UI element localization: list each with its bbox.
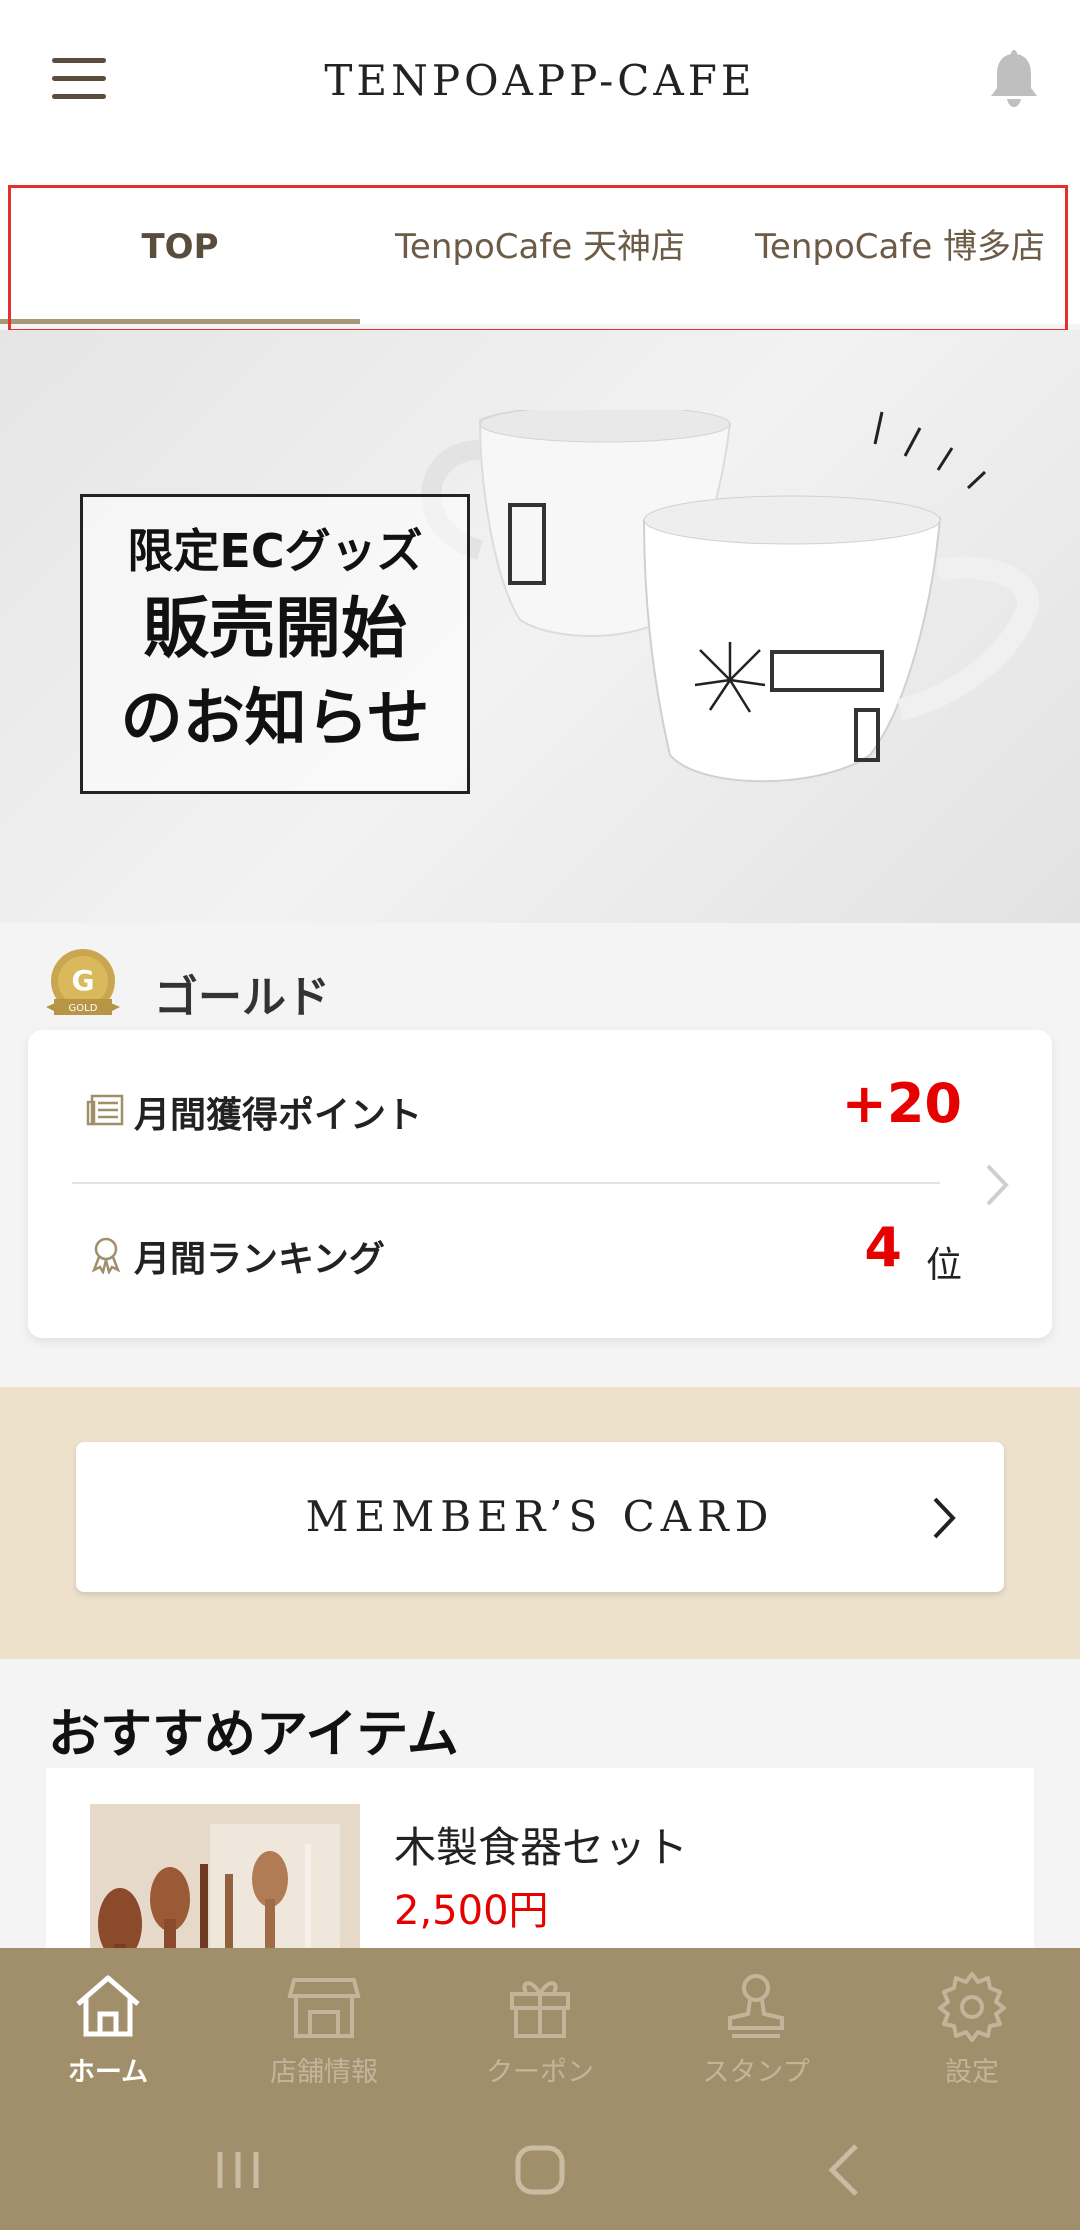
- app-header: TENPOAPP-CAFE: [0, 0, 1080, 180]
- back-icon[interactable]: [806, 2130, 886, 2210]
- recommended-title: おすすめアイテム: [48, 1705, 459, 1765]
- member-card-button[interactable]: MEMBER’S CARD: [76, 1442, 1004, 1592]
- monthly-ranking-unit: 位: [925, 1245, 962, 1286]
- item-price: 2,500円: [394, 1888, 549, 1934]
- monthly-ranking-label: 月間ランキング: [134, 1239, 385, 1280]
- member-card-section: MEMBER’S CARD: [0, 1387, 1080, 1659]
- gold-badge-icon: G GOLD: [46, 949, 120, 1015]
- nav-stamp[interactable]: スタンプ: [648, 1968, 864, 2108]
- monthly-points-value: +20: [841, 1072, 962, 1135]
- recent-apps-icon[interactable]: [198, 2130, 278, 2210]
- gift-icon: [510, 1981, 570, 2038]
- member-card-label: MEMBER’S CARD: [305, 1492, 775, 1541]
- monthly-points-label: 月間獲得ポイント: [134, 1095, 423, 1136]
- app-title: TENPOAPP-CAFE: [324, 56, 756, 105]
- rank-name: ゴールド: [154, 972, 330, 1023]
- award-ribbon-icon: [91, 1237, 121, 1274]
- banner-text-box: 限定ECグッズ 販売開始 のお知らせ: [80, 494, 470, 794]
- svg-text:G: G: [72, 964, 95, 997]
- store-icon: [287, 1978, 361, 2038]
- home-button-icon[interactable]: [500, 2130, 580, 2210]
- item-name: 木製食器セット: [394, 1823, 689, 1872]
- system-navigation-bar: [0, 2112, 1080, 2230]
- monthly-points-row: 月間獲得ポイント +20: [72, 1040, 962, 1180]
- member-rank: G GOLD ゴールド: [40, 945, 640, 1025]
- nav-settings[interactable]: 設定: [864, 1968, 1080, 2108]
- newspaper-icon: [86, 1094, 124, 1126]
- points-card[interactable]: 月間獲得ポイント +20 月間ランキング 4 位: [28, 1030, 1052, 1338]
- banner-line-1: 限定ECグッズ: [127, 524, 423, 578]
- banner-line-2: 販売開始: [143, 590, 407, 667]
- nav-coupon[interactable]: クーポン: [432, 1968, 648, 2108]
- nav-stamp-label: スタンプ: [702, 2057, 810, 2088]
- gear-icon: [938, 1972, 1006, 2042]
- chevron-right-icon: [933, 1497, 956, 1539]
- nav-coupon-label: クーポン: [486, 2057, 594, 2088]
- bell-icon[interactable]: [986, 46, 1042, 108]
- monthly-ranking-value: 4: [864, 1216, 902, 1279]
- home-icon: [76, 1975, 140, 2037]
- monthly-ranking-row: 月間ランキング 4 位: [72, 1184, 962, 1324]
- nav-settings-label: 設定: [945, 2057, 999, 2088]
- stamp-icon: [728, 1974, 784, 2038]
- cups-illustration: [421, 410, 1040, 783]
- nav-store-info-label: 店舗情報: [270, 2057, 378, 2088]
- promo-banner[interactable]: 限定ECグッズ 販売開始 のお知らせ: [0, 330, 1080, 923]
- nav-store-info[interactable]: 店舗情報: [216, 1968, 432, 2108]
- svg-text:GOLD: GOLD: [69, 1003, 98, 1014]
- chevron-right-icon: [986, 1164, 1009, 1206]
- tab-highlight-box: [8, 185, 1068, 332]
- nav-home-label: ホーム: [67, 2057, 149, 2088]
- nav-home[interactable]: ホーム: [0, 1968, 216, 2108]
- banner-line-3: のお知らせ: [120, 681, 430, 754]
- bottom-navigation: ホーム 店舗情報 クーポン スタンプ 設定: [0, 1948, 1080, 2230]
